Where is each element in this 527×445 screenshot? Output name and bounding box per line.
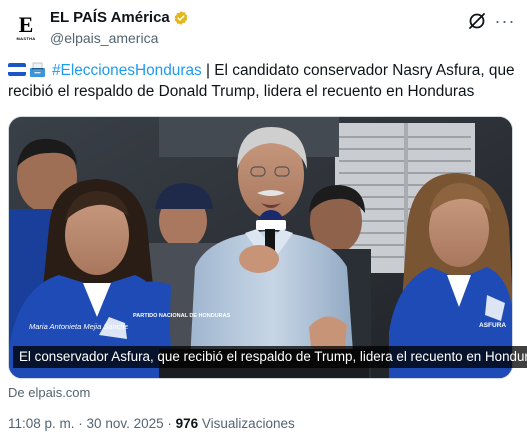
tweet-media-photo[interactable]: Maria Antonieta Mejia Sanchez PARTIDO NA… [8, 116, 513, 379]
elpais-logo-letter: E [18, 12, 34, 37]
badge-center-text: PARTIDO NACIONAL DE HONDURAS [133, 313, 231, 319]
elpais-logo-subtext: MASTHA [16, 36, 36, 41]
avatar[interactable]: E MASTHA [8, 10, 44, 46]
views-count: 976 [175, 416, 199, 431]
tweet-metadata: 11:08 p. m. · 30 nov. 2025 · 976 Visuali… [8, 415, 295, 433]
views-label: Visualizaciones [198, 416, 295, 431]
ballot-box-icon [30, 62, 45, 77]
verified-badge-icon [174, 11, 188, 25]
account-names: EL PAÍS América @elpais_america [50, 8, 189, 47]
hashtag-link[interactable]: #EleccionesHonduras [52, 62, 202, 79]
photo-scene: Maria Antonieta Mejia Sanchez PARTIDO NA… [9, 117, 512, 378]
display-name[interactable]: EL PAÍS América [50, 8, 170, 28]
more-options-icon[interactable]: ··· [495, 12, 515, 30]
badge-left-text: Maria Antonieta Mejia Sanchez [29, 322, 133, 331]
display-name-row[interactable]: EL PAÍS América [50, 8, 189, 28]
link-source[interactable]: De elpais.com [8, 385, 90, 401]
honduras-flag-icon [8, 63, 26, 76]
account-handle[interactable]: @elpais_america [50, 29, 189, 47]
tweet-text: #EleccionesHonduras | El candidato conse… [8, 60, 523, 102]
media-caption: El conservador Asfura, que recibió el re… [13, 346, 527, 368]
badge-right-text: ASFURA [479, 322, 506, 329]
tweet-date[interactable]: 30 nov. 2025 [87, 416, 164, 431]
grok-icon[interactable] [467, 11, 487, 31]
tweet-time[interactable]: 11:08 p. m. [8, 416, 75, 431]
tweet-header: E MASTHA EL PAÍS América @elpais_america… [8, 8, 519, 50]
meta-separator-2: · [163, 416, 176, 431]
meta-separator: · [74, 416, 87, 431]
